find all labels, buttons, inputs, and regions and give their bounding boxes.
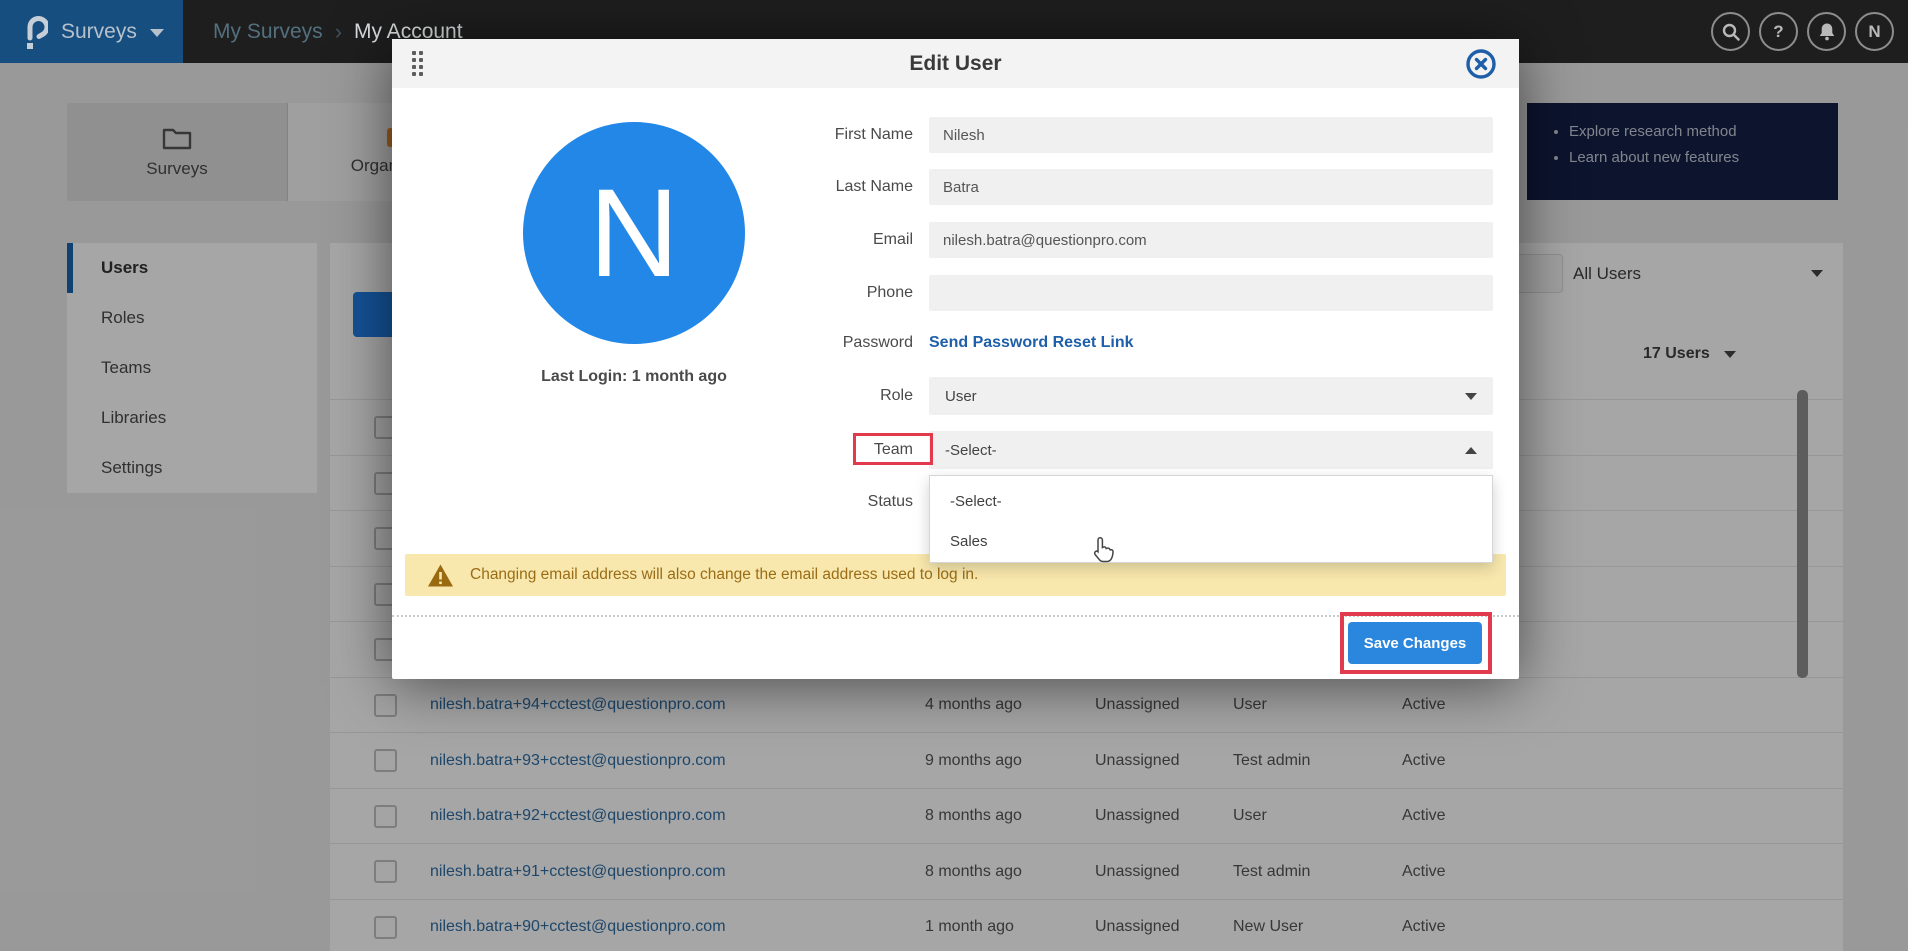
team-option[interactable]: -Select- xyxy=(930,481,1492,521)
notifications-button[interactable] xyxy=(1807,12,1846,51)
role-select[interactable]: User xyxy=(929,377,1493,415)
modal-title: Edit User xyxy=(909,52,1001,76)
close-icon xyxy=(1465,48,1497,80)
email-field[interactable] xyxy=(929,222,1493,258)
role-value: User xyxy=(945,388,977,405)
phone-label: Phone xyxy=(392,275,913,311)
email-label: Email xyxy=(392,222,913,258)
warning-icon xyxy=(427,563,454,588)
search-icon xyxy=(1722,23,1740,41)
breadcrumb-my-surveys[interactable]: My Surveys xyxy=(213,20,323,44)
user-avatar-button[interactable]: N xyxy=(1855,12,1894,51)
footer-divider xyxy=(392,615,1519,617)
modal-header: Edit User xyxy=(392,39,1519,88)
warning-text: Changing email address will also change … xyxy=(470,566,978,584)
status-label: Status xyxy=(392,483,913,521)
chevron-down-icon xyxy=(150,29,164,37)
help-button[interactable]: ? xyxy=(1759,12,1798,51)
save-changes-button[interactable]: Save Changes xyxy=(1348,622,1482,664)
first-name-field[interactable] xyxy=(929,117,1493,153)
mouse-cursor-icon xyxy=(1090,535,1114,565)
avatar-initial: N xyxy=(1868,22,1880,42)
password-reset-link[interactable]: Send Password Reset Link xyxy=(929,334,1134,352)
questionpro-logo xyxy=(22,13,48,51)
chevron-down-icon xyxy=(1465,393,1477,400)
bell-icon xyxy=(1818,22,1836,41)
last-name-field[interactable] xyxy=(929,169,1493,205)
breadcrumb-separator: › xyxy=(335,19,342,45)
edit-user-modal: Edit User N Last Login: 1 month ago Firs… xyxy=(392,39,1519,679)
help-icon: ? xyxy=(1773,22,1783,42)
password-label: Password xyxy=(392,334,913,352)
team-value: -Select- xyxy=(945,442,997,459)
phone-field[interactable] xyxy=(929,275,1493,311)
drag-handle-icon[interactable] xyxy=(412,51,423,76)
first-name-label: First Name xyxy=(392,117,913,153)
team-label: Team xyxy=(392,431,913,469)
role-label: Role xyxy=(392,377,913,415)
team-select[interactable]: -Select- xyxy=(929,431,1493,469)
team-option[interactable]: Sales xyxy=(930,521,1492,561)
last-name-label: Last Name xyxy=(392,169,913,205)
team-dropdown-panel: -Select- Sales xyxy=(929,475,1493,563)
search-button[interactable] xyxy=(1711,12,1750,51)
close-button[interactable] xyxy=(1465,48,1497,80)
brand-menu[interactable]: Surveys xyxy=(0,0,183,63)
product-switcher-label: Surveys xyxy=(61,20,137,44)
chevron-up-icon xyxy=(1465,447,1477,454)
